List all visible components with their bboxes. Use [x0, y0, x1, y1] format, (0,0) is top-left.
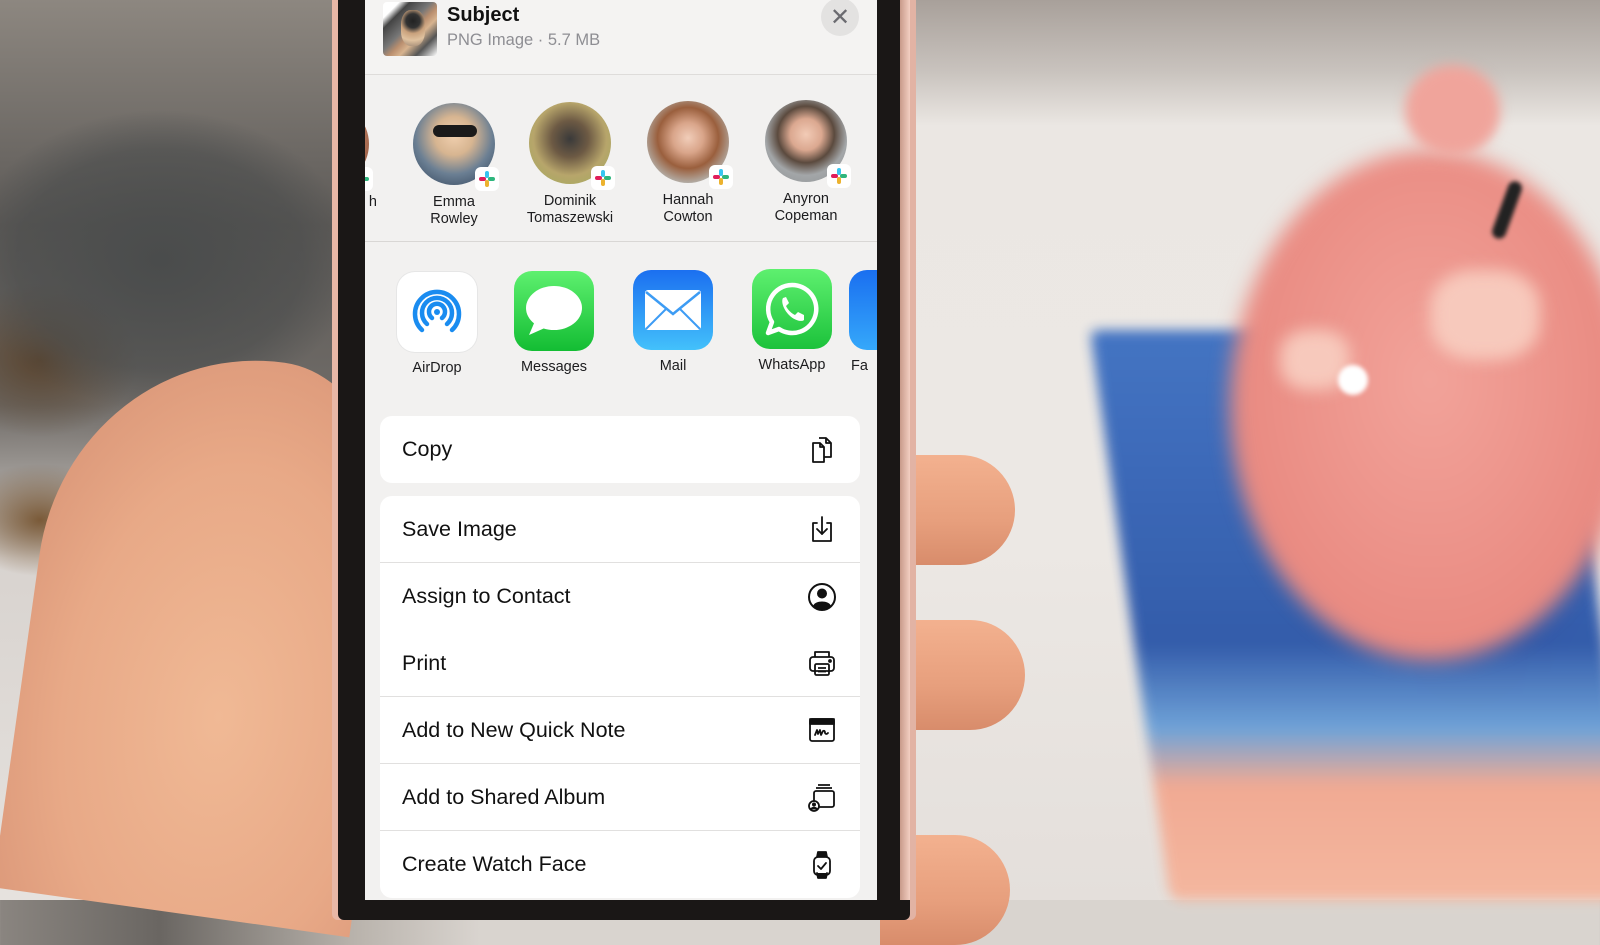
person-suggestion[interactable]: Anyron Copeman: [751, 100, 861, 225]
action-label: Add to Shared Album: [402, 784, 606, 809]
person-suggestion[interactable]: Emma Rowley: [399, 103, 509, 228]
action-assign-to-contact[interactable]: Assign to Contact: [380, 563, 860, 630]
background-piggy-ear: [1405, 65, 1500, 155]
app-mail[interactable]: Mail: [618, 270, 728, 374]
slack-icon: [365, 167, 373, 191]
watch-face-icon: [806, 849, 838, 881]
airdrop-icon: [397, 272, 477, 352]
mail-icon: [633, 270, 713, 350]
app-label: AirDrop: [412, 360, 462, 376]
avatar: [647, 101, 733, 189]
person-name: h: [368, 194, 377, 210]
slack-icon: [475, 167, 499, 191]
slack-icon: [591, 166, 615, 190]
app-label: Fa: [851, 358, 868, 374]
action-save-image[interactable]: Save Image: [380, 496, 860, 563]
action-label: Assign to Contact: [402, 584, 571, 608]
person-suggestion[interactable]: Dominik Tomaszewski: [515, 102, 625, 227]
app-label: Messages: [520, 359, 588, 375]
background-piggy-glint: [1338, 365, 1368, 395]
app-files-partial[interactable]: Fa: [835, 270, 877, 374]
file-title: Subject: [447, 4, 520, 26]
close-button[interactable]: ✕: [821, 0, 859, 36]
person-name: Hannah Cowton: [662, 192, 714, 225]
action-label: Print: [402, 650, 447, 675]
action-copy[interactable]: Copy: [380, 416, 860, 483]
save-image-icon: [806, 513, 838, 545]
action-label: Copy: [402, 437, 453, 461]
files-icon: [849, 270, 877, 350]
person-name: Dominik Tomaszewski: [526, 193, 614, 226]
person-name: Anyron Copeman: [774, 191, 838, 224]
contact-icon: [806, 581, 838, 613]
person-suggestion[interactable]: h: [365, 103, 383, 211]
background-piggy-spot: [1430, 270, 1540, 360]
messages-icon: [514, 271, 594, 351]
avatar: [365, 103, 373, 191]
image-thumbnail: [383, 2, 437, 56]
people-suggestions-row: h Emma Rowley Dominik Tomaszewski Hannah Co…: [365, 75, 877, 242]
app-label: Mail: [659, 358, 687, 374]
person-name: Emma Rowley: [430, 194, 478, 227]
app-label: WhatsApp: [758, 357, 826, 373]
app-messages[interactable]: Messages: [499, 271, 609, 375]
person-suggestion[interactable]: Hannah Cowton: [633, 101, 743, 226]
close-icon: ✕: [829, 3, 851, 31]
shared-album-icon: [806, 781, 838, 813]
app-airdrop[interactable]: AirDrop: [382, 272, 492, 376]
action-label: Add to New Quick Note: [402, 717, 626, 742]
action-print[interactable]: Print: [380, 630, 860, 697]
action-label: Create Watch Face: [402, 852, 587, 876]
share-sheet-header: Subject PNG Image · 5.7 MB ✕: [365, 0, 877, 75]
action-add-to-shared-album[interactable]: Add to Shared Album: [380, 764, 860, 831]
avatar: [529, 102, 615, 190]
share-apps-row: AirDrop Messages Mail WhatsApp Fa: [365, 242, 877, 392]
copy-icon: [806, 434, 838, 466]
action-create-watch-face[interactable]: Create Watch Face: [380, 831, 860, 898]
phone-edge: [900, 0, 910, 900]
action-group-main: Save Image Assign to Contact Print Add t…: [380, 496, 860, 898]
slack-icon: [827, 164, 851, 188]
action-add-to-quick-note[interactable]: Add to New Quick Note: [380, 697, 860, 764]
printer-icon: [806, 647, 838, 679]
avatar: [413, 103, 499, 191]
share-sheet: Subject PNG Image · 5.7 MB ✕ h Emma Rowle…: [365, 0, 877, 900]
slack-icon: [709, 165, 733, 189]
app-whatsapp[interactable]: WhatsApp: [737, 269, 847, 373]
avatar: [765, 100, 851, 188]
file-meta: PNG Image · 5.7 MB: [447, 31, 601, 49]
action-label: Save Image: [402, 516, 517, 541]
whatsapp-icon: [752, 269, 832, 349]
quick-note-icon: [806, 714, 838, 746]
action-group-copy: Copy: [380, 416, 860, 483]
